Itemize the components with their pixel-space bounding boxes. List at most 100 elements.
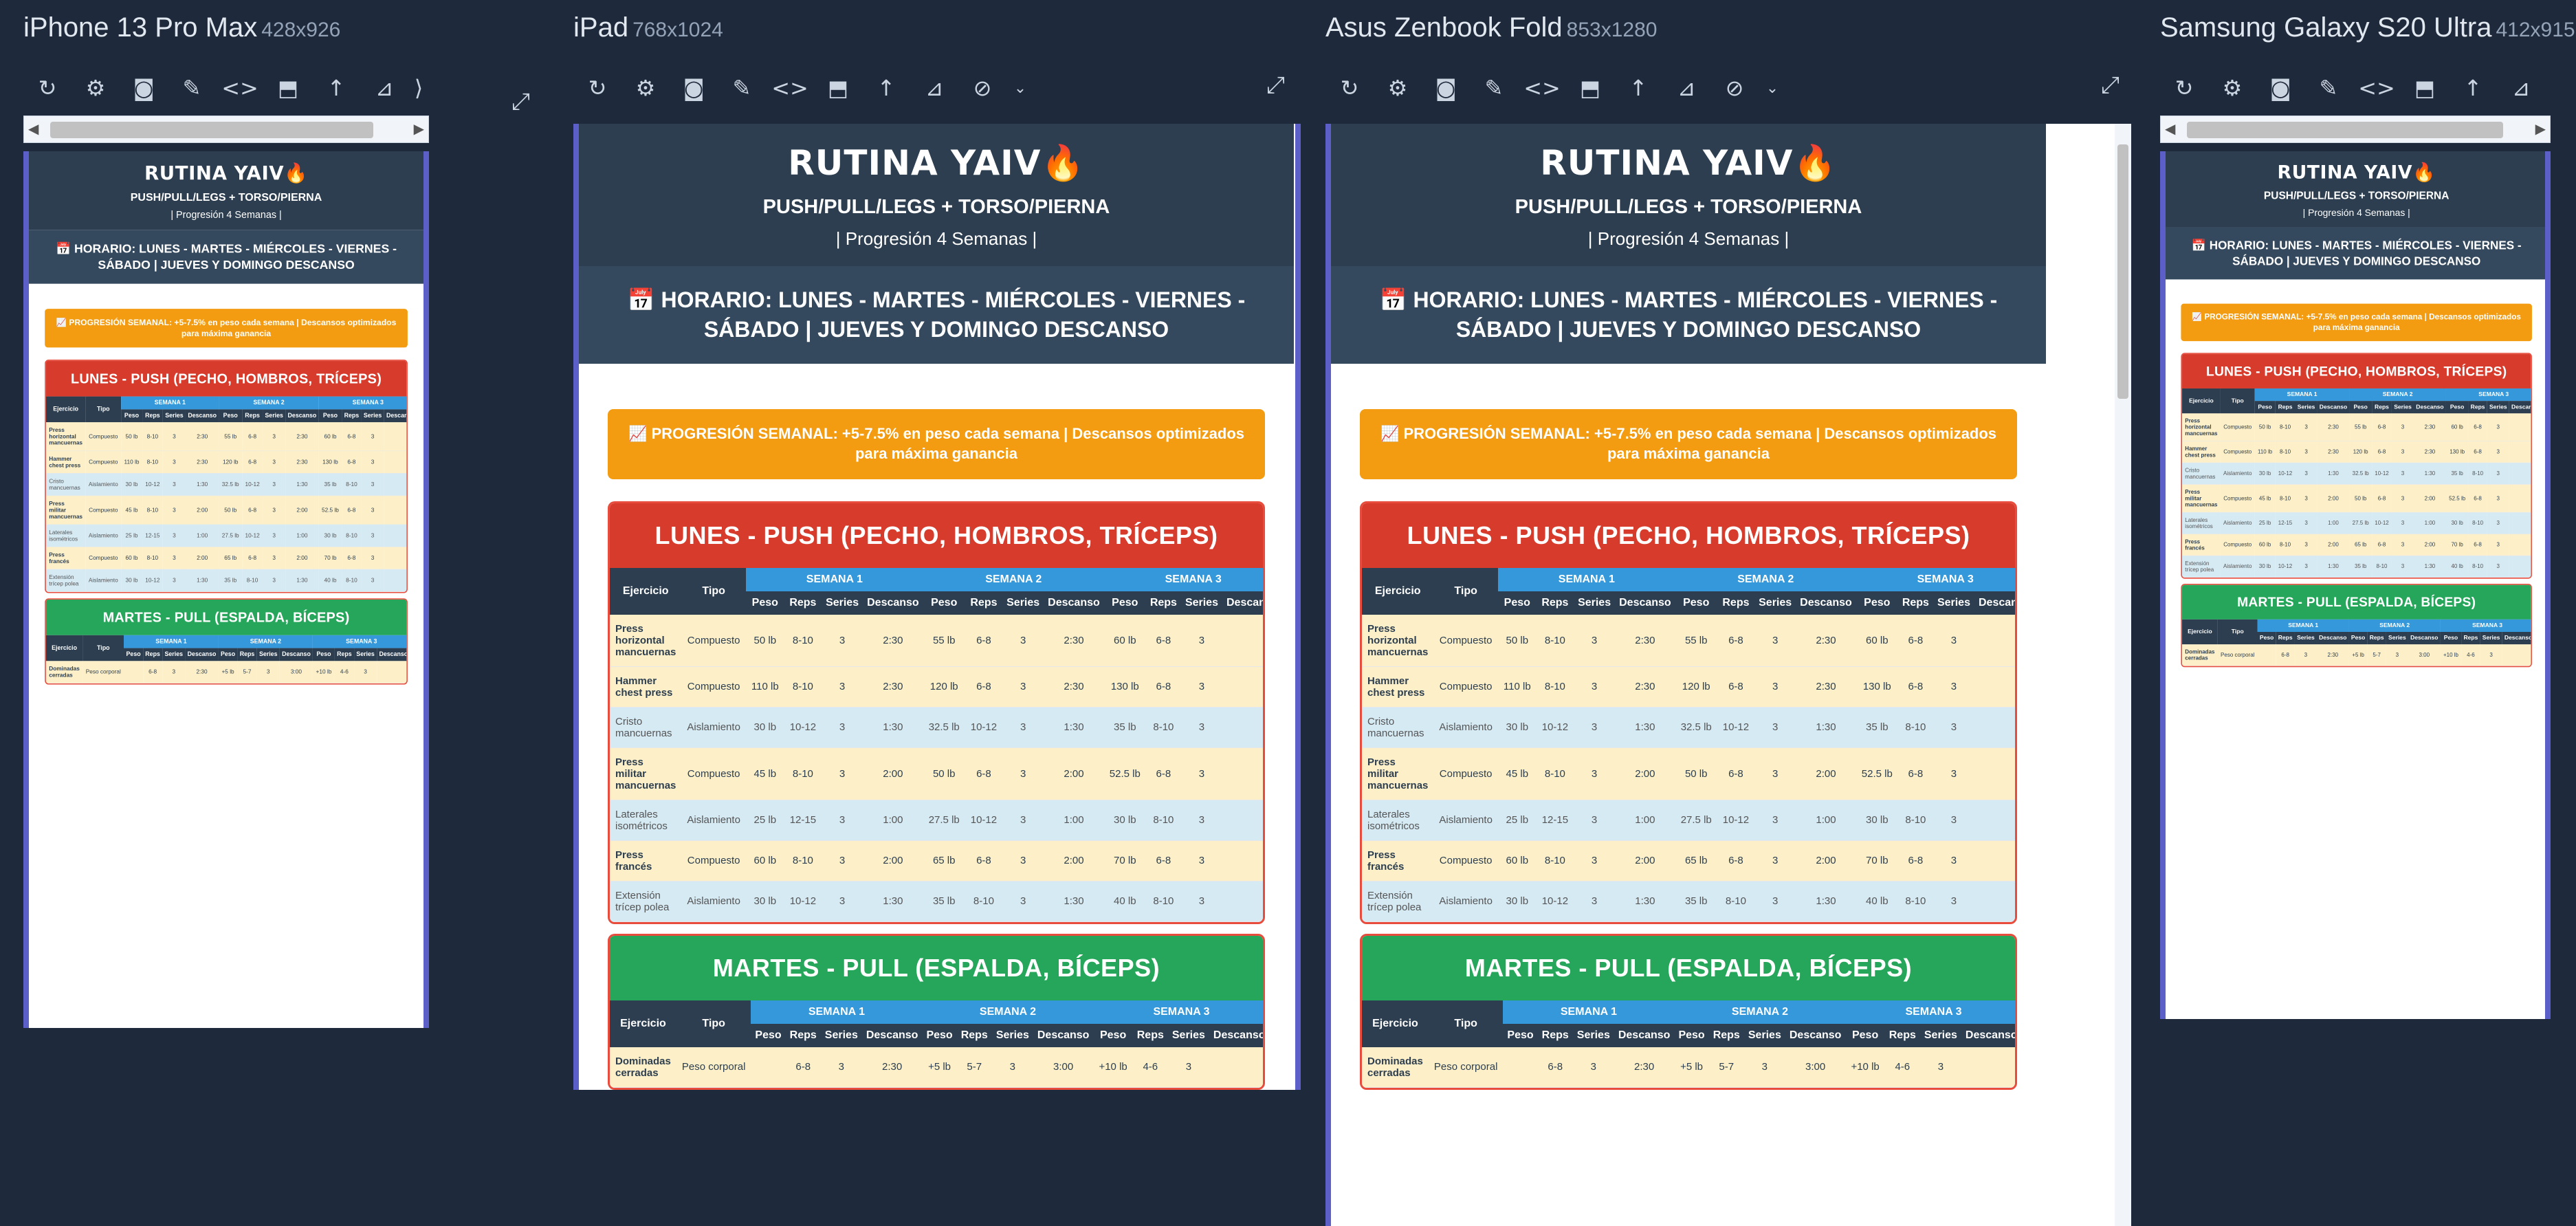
subheader-reps: Reps xyxy=(1884,1023,1920,1047)
arrow-up-icon[interactable]: ↑ xyxy=(2449,69,2497,107)
week-header: SEMANA 2 xyxy=(2348,619,2441,632)
table-cell: 3 xyxy=(2392,534,2414,556)
table-cell xyxy=(1961,1047,2015,1088)
subheader-descanso: Descanso xyxy=(1033,1023,1094,1047)
chevron-down-icon[interactable]: ⌄ xyxy=(1006,69,1034,107)
camera-icon[interactable]: ◙ xyxy=(670,69,718,107)
scroll-right-icon[interactable]: ▶ xyxy=(414,120,424,137)
table-cell: 3 xyxy=(2487,512,2509,534)
ruler-icon[interactable]: ⊿ xyxy=(360,69,408,107)
table-cell: 8-10 xyxy=(1145,707,1181,748)
table-cell: 1:00 xyxy=(1615,800,1675,841)
arrow-up-icon[interactable]: ↑ xyxy=(312,69,360,107)
header-tipo: Tipo xyxy=(1433,567,1498,615)
header-ejercicio: Ejercicio xyxy=(45,396,86,422)
table-cell xyxy=(1222,614,1263,667)
scrollbar-thumb[interactable] xyxy=(50,122,373,138)
code-icon[interactable]: <> xyxy=(766,69,814,107)
code-icon[interactable]: <> xyxy=(1518,69,1566,107)
horizontal-scrollbar[interactable]: ◀ ▶ xyxy=(23,116,429,143)
rotate-device-icon[interactable]: ⬒ xyxy=(814,69,862,107)
chevron-down-icon[interactable]: ⌄ xyxy=(1759,69,1786,107)
table-cell: 8-10 xyxy=(1897,881,1933,922)
screenshot-settings-icon[interactable]: ⚙ xyxy=(71,69,120,107)
day-title: LUNES - PUSH (PECHO, HOMBROS, TRÍCEPS) xyxy=(45,360,407,397)
device-toolbar: ↻ ⚙ ◙ ✎ <> ⬒ ↑ ⊿ ⊘ ⌄ xyxy=(573,69,1034,107)
table-cell: 2:30 xyxy=(2316,644,2349,666)
scrollbar-thumb[interactable] xyxy=(2117,144,2128,399)
refresh-icon[interactable]: ↻ xyxy=(1325,69,1374,107)
rotate-device-icon[interactable]: ⬒ xyxy=(264,69,312,107)
camera-icon[interactable]: ◙ xyxy=(120,69,168,107)
hide-icon[interactable]: ⊘ xyxy=(1710,69,1759,107)
table-cell: 8-10 xyxy=(784,840,822,882)
ruler-icon[interactable]: ⊿ xyxy=(910,69,958,107)
exercise-name: Cristo mancuernas xyxy=(2182,462,2221,485)
expand-icon[interactable]: ⤢ xyxy=(511,88,530,116)
more-icon[interactable]: ⟩ xyxy=(408,69,429,107)
table-cell: 40 lb xyxy=(2445,555,2469,578)
table-cell: 2:00 xyxy=(186,547,219,570)
table-cell: 2:30 xyxy=(863,614,923,667)
refresh-icon[interactable]: ↻ xyxy=(573,69,621,107)
code-icon[interactable]: <> xyxy=(2353,69,2401,107)
subheader-peso: Peso xyxy=(2348,631,2368,644)
table-cell: 3 xyxy=(1180,840,1222,882)
exercise-type: Peso corporal xyxy=(1428,1047,1504,1088)
table-cell: 2:00 xyxy=(863,840,923,882)
screenshot-settings-icon[interactable]: ⚙ xyxy=(2208,69,2256,107)
table-row: Dominadas cerradas Peso corporal 6-8 3 2:30 +… xyxy=(1362,1047,2015,1088)
expand-icon[interactable]: ⤢ xyxy=(2101,72,2120,99)
exercise-name: Extensión trícep polea xyxy=(1362,881,1434,922)
screenshot-settings-icon[interactable]: ⚙ xyxy=(1374,69,1422,107)
table-cell: 50 lb xyxy=(1675,747,1717,800)
hide-icon[interactable]: ⊘ xyxy=(958,69,1006,107)
table-row: Press horizontal mancuernas Compuesto 50 l… xyxy=(1362,614,2015,667)
table-cell: 27.5 lb xyxy=(1675,800,1717,841)
table-cell: 30 lb xyxy=(2254,462,2276,485)
color-picker-icon[interactable]: ✎ xyxy=(718,69,766,107)
expand-icon[interactable]: ⤢ xyxy=(1266,72,1285,99)
ruler-icon[interactable]: ⊿ xyxy=(2497,69,2545,107)
scrollbar-thumb[interactable] xyxy=(2187,122,2503,138)
code-icon[interactable]: <> xyxy=(216,69,264,107)
day-title: LUNES - PUSH (PECHO, HOMBROS, TRÍCEPS) xyxy=(610,503,1263,568)
table-cell: 30 lb xyxy=(1856,800,1898,841)
arrow-up-icon[interactable]: ↑ xyxy=(1614,69,1662,107)
scroll-left-icon[interactable]: ◀ xyxy=(2165,120,2175,137)
color-picker-icon[interactable]: ✎ xyxy=(168,69,216,107)
table-cell: 3 xyxy=(2392,413,2414,441)
refresh-icon[interactable]: ↻ xyxy=(23,69,71,107)
horizontal-scrollbar[interactable]: ◀ ▶ xyxy=(2160,116,2551,143)
camera-icon[interactable]: ◙ xyxy=(2256,69,2304,107)
scroll-left-icon[interactable]: ◀ xyxy=(28,120,38,137)
table-cell: 3 xyxy=(1933,747,1974,800)
color-picker-icon[interactable]: ✎ xyxy=(1470,69,1518,107)
exercise-table: Ejercicio Tipo SEMANA 1 SEMANA 2 SEMANA 3 Pes… xyxy=(610,1000,1263,1088)
exercise-name: Press militar mancuernas xyxy=(2182,484,2221,513)
day-section: MARTES - PULL (ESPALDA, BÍCEPS) Ejercicio… xyxy=(1360,933,2017,1090)
ruler-icon[interactable]: ⊿ xyxy=(1662,69,1710,107)
rotate-device-icon[interactable]: ⬒ xyxy=(2401,69,2449,107)
arrow-up-icon[interactable]: ↑ xyxy=(862,69,910,107)
table-cell: 3 xyxy=(1002,800,1044,841)
camera-icon[interactable]: ◙ xyxy=(1422,69,1470,107)
table-cell: 3 xyxy=(2386,644,2408,666)
vertical-scrollbar[interactable] xyxy=(2115,124,2131,1226)
subheader-reps: Reps xyxy=(2276,631,2295,644)
week-header: SEMANA 1 xyxy=(2257,619,2349,632)
table-cell: 1:00 xyxy=(1796,800,1856,841)
table-cell: 1:30 xyxy=(1044,881,1104,922)
table-cell: 3 xyxy=(2487,413,2509,441)
rotate-device-icon[interactable]: ⬒ xyxy=(1566,69,1614,107)
refresh-icon[interactable]: ↻ xyxy=(2160,69,2208,107)
table-cell: 1:30 xyxy=(1796,707,1856,748)
color-picker-icon[interactable]: ✎ xyxy=(2304,69,2353,107)
scroll-right-icon[interactable]: ▶ xyxy=(2535,120,2546,137)
week-header: SEMANA 3 xyxy=(1103,567,1263,591)
progression-line: | Progresión 4 Semanas | xyxy=(2302,207,2410,219)
screenshot-settings-icon[interactable]: ⚙ xyxy=(621,69,670,107)
subheader-descanso: Descanso xyxy=(2502,631,2531,644)
device-viewport: RUTINA YAIV🔥 PUSH/PULL/LEGS + TORSO/PIER… xyxy=(23,151,429,1028)
table-cell: 30 lb xyxy=(121,473,142,496)
